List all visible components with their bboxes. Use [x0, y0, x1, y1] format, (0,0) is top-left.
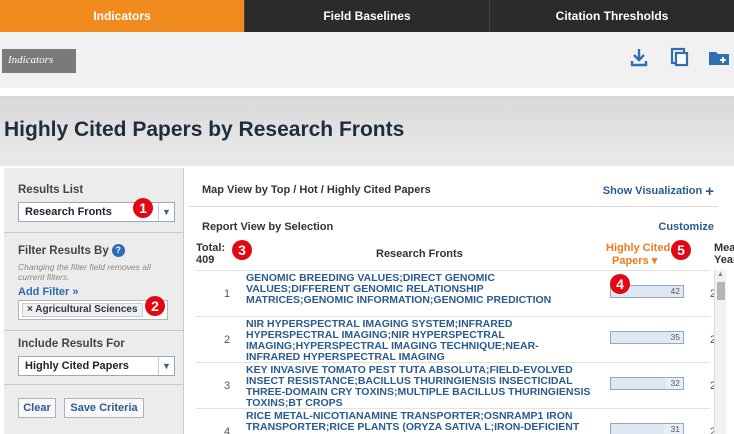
tab-citation-thresholds[interactable]: Citation Thresholds	[489, 0, 734, 32]
divider	[188, 206, 718, 207]
report-view-label: Report View by Selection	[202, 221, 334, 233]
download-icon[interactable]	[628, 46, 650, 68]
include-results-value: Highly Cited Papers	[25, 360, 129, 372]
col-header-mean-line1: Mea	[714, 242, 734, 254]
col-header-mean-line2: Year	[714, 254, 734, 266]
hcp-bar-fill	[611, 332, 671, 343]
divider	[4, 384, 183, 385]
show-visualization-link[interactable]: Show Visualization +	[603, 183, 714, 200]
callout-badge: 4	[610, 274, 630, 294]
research-front-link[interactable]: NIR HYPERSPECTRAL IMAGING SYSTEM;INFRARE…	[246, 319, 591, 363]
filter-results-text: Filter Results By	[18, 245, 109, 257]
row-number: 2	[224, 334, 231, 346]
show-visualization-text: Show Visualization	[602, 185, 703, 197]
divider	[4, 330, 183, 331]
plus-icon: +	[705, 183, 714, 200]
row-number: 1	[224, 288, 231, 300]
include-results-label: Include Results For	[18, 338, 125, 350]
total-value: 409	[196, 254, 215, 266]
scroll-up-icon[interactable]: ▲	[717, 271, 724, 278]
row-number: 3	[224, 380, 231, 392]
hcp-value: 42	[670, 286, 680, 296]
tab-indicators[interactable]: Indicators	[0, 0, 244, 32]
add-filter-link[interactable]: Add Filter »	[18, 286, 79, 298]
hcp-bar[interactable]: 35	[610, 331, 684, 344]
subheader: Indicators	[0, 32, 734, 88]
customize-link[interactable]: Customize	[658, 221, 714, 233]
results-table: 1 GENOMIC BREEDING VALUES;DIRECT GENOMIC…	[196, 270, 716, 434]
table-row: 1 GENOMIC BREEDING VALUES;DIRECT GENOMIC…	[196, 270, 716, 316]
hcp-bar[interactable]: 31	[610, 423, 684, 434]
filter-chip-agricultural-sciences[interactable]: × Agricultural Sciences	[22, 303, 143, 317]
total-label: Total:	[196, 242, 226, 254]
page-title: Highly Cited Papers by Research Fronts	[4, 118, 405, 141]
callout-badge: 1	[133, 198, 153, 218]
table-row: 2 NIR HYPERSPECTRAL IMAGING SYSTEM;INFRA…	[196, 316, 716, 363]
col-header-highly-cited-papers[interactable]: Highly Cited Papers ▾	[606, 242, 670, 267]
divider	[4, 232, 183, 233]
chevron-down-icon: ▼	[158, 357, 174, 375]
hcp-bar-fill	[611, 378, 666, 389]
table-row: 4 RICE METAL-NICOTIANAMINE TRANSPORTER;O…	[196, 408, 716, 434]
save-criteria-button[interactable]: Save Criteria	[64, 398, 144, 418]
table-row: 3 KEY INVASIVE TOMATO PEST TUTA ABSOLUTA…	[196, 362, 716, 409]
filter-results-label: Filter Results By?	[18, 244, 125, 257]
include-results-select[interactable]: Highly Cited Papers ▼	[18, 356, 175, 376]
hcp-bar-fill	[611, 424, 665, 434]
research-front-link[interactable]: GENOMIC BREEDING VALUES;DIRECT GENOMIC V…	[246, 273, 591, 306]
scrollbar-thumb[interactable]	[717, 282, 725, 300]
col-header-research-fronts[interactable]: Research Fronts	[376, 248, 463, 260]
callout-badge: 5	[671, 240, 691, 260]
col-header-mean-year[interactable]: Mea Year	[714, 242, 734, 266]
col-header-hcp-line2: Papers ▾	[612, 255, 658, 267]
callout-badge: 3	[232, 240, 252, 260]
research-front-link[interactable]: KEY INVASIVE TOMATO PEST TUTA ABSOLUTA;F…	[246, 365, 591, 409]
table-scrollbar[interactable]: ▲	[714, 270, 726, 434]
callout-badge: 2	[145, 296, 165, 316]
tab-field-baselines[interactable]: Field Baselines	[244, 0, 489, 32]
toolbar	[628, 46, 730, 68]
row-number: 4	[224, 426, 231, 434]
folder-add-icon[interactable]	[708, 46, 730, 68]
help-icon[interactable]: ?	[111, 244, 125, 257]
results-list-value: Research Fronts	[25, 206, 112, 218]
hcp-value: 32	[670, 378, 680, 388]
hcp-bar[interactable]: 32	[610, 377, 684, 390]
chevron-down-icon: ▼	[158, 203, 174, 221]
map-view-label: Map View by Top / Hot / Highly Cited Pap…	[202, 184, 431, 196]
top-tab-bar: Indicators Field Baselines Citation Thre…	[0, 0, 734, 32]
hcp-value: 31	[670, 424, 680, 434]
main-panel: Map View by Top / Hot / Highly Cited Pap…	[188, 168, 734, 434]
breadcrumb[interactable]: Indicators	[2, 49, 76, 73]
hcp-value: 35	[670, 332, 680, 342]
filter-note: Changing the filter field removes all cu…	[18, 262, 151, 282]
clear-button[interactable]: Clear	[18, 398, 56, 418]
results-list-label: Results List	[18, 184, 84, 196]
col-header-hcp-line1: Highly Cited	[606, 242, 671, 254]
research-front-link[interactable]: RICE METAL-NICOTIANAMINE TRANSPORTER;OSN…	[246, 411, 591, 434]
print-icon[interactable]	[668, 46, 690, 68]
